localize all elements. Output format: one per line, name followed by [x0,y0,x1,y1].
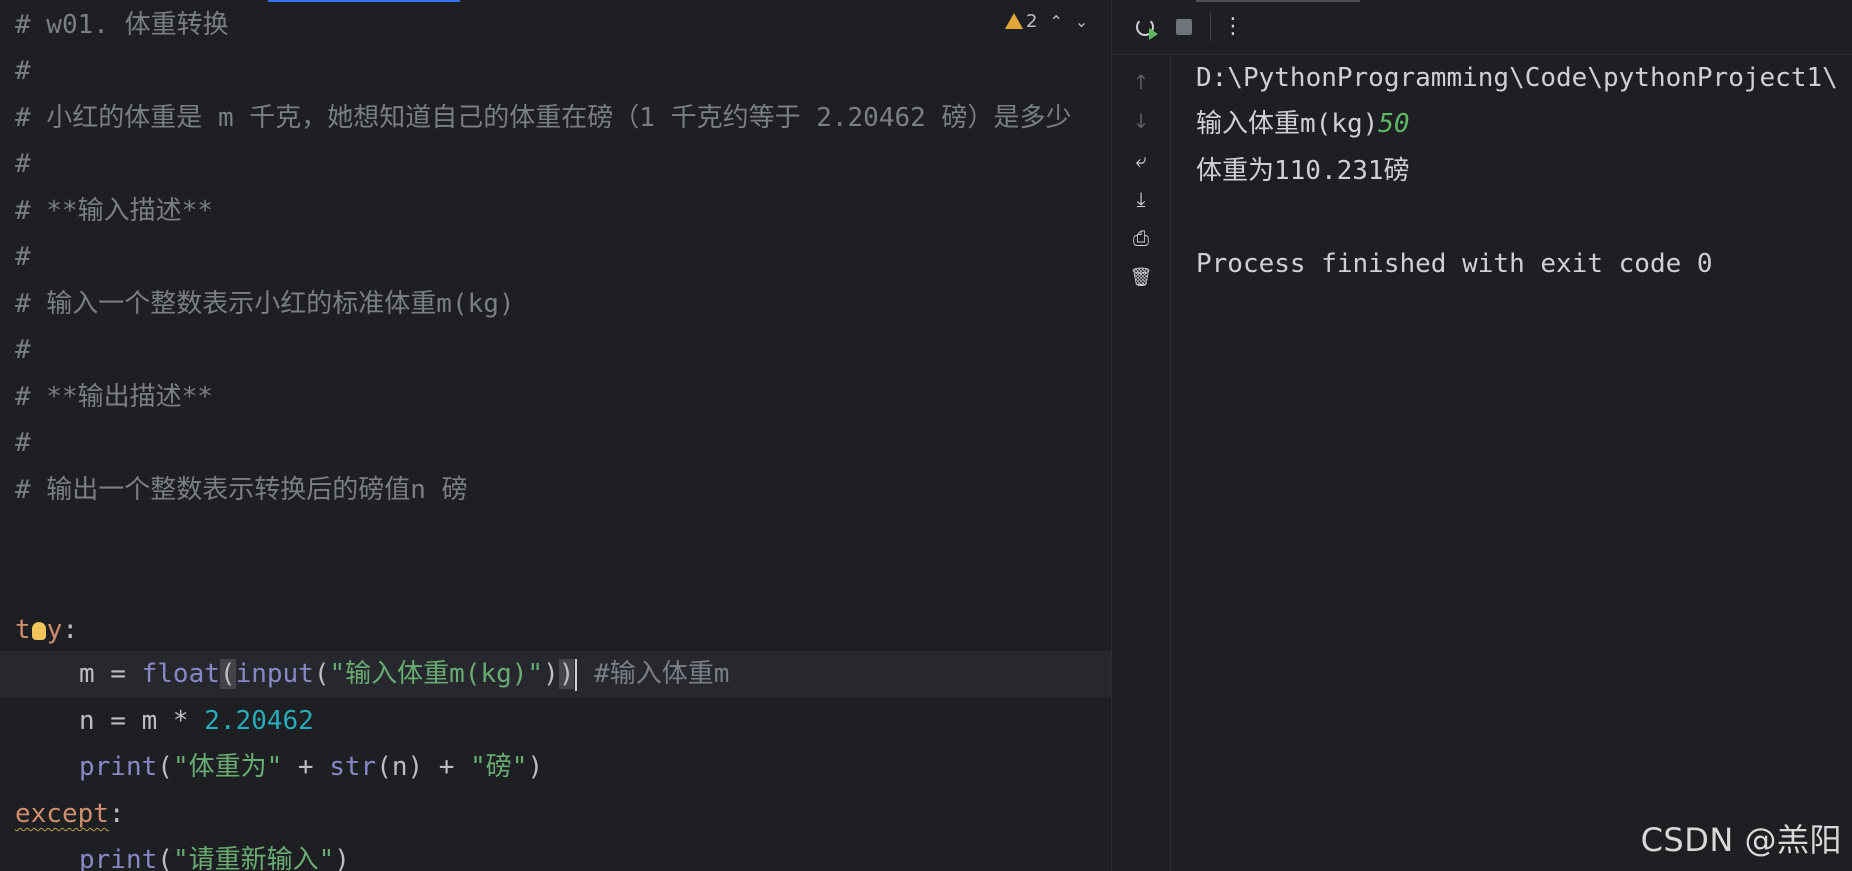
code-line-convert: n = m * 2.20462 [79,698,314,744]
comment-line-7: # 输入一个整数表示小红的标准体重m(kg) [15,289,515,319]
print-close: ) [527,752,544,782]
retry-print-close: ) [334,845,350,871]
chevron-down-icon[interactable]: ⌄ [1075,12,1088,31]
comment-line-5: # **输入描述** [15,196,213,226]
code-editor[interactable]: 2 ⌃ ⌄ # w01. 体重转换 # # 小红的体重是 m 千克，她想知道自己… [0,0,1111,871]
more-options-button[interactable]: ⋮ [1220,14,1246,40]
warning-icon [1005,13,1023,29]
try-keyword-end: y [46,615,63,645]
plus-op-1: + [282,752,330,782]
retry-string: "请重新输入" [172,845,335,871]
soft-wrap-icon[interactable]: ⤶ [1128,147,1154,173]
ide-window: 2 ⌃ ⌄ # w01. 体重转换 # # 小红的体重是 m 千克，她想知道自己… [0,0,1852,871]
comment-line-6: # [15,242,31,272]
lightbulb-icon[interactable] [31,622,46,640]
prompt-string: "输入体重m(kg)" [329,659,544,689]
comment-line-9: # **输出描述** [15,382,213,412]
print-call: print [79,752,158,782]
paren-close-outer: ) [558,659,575,689]
code-line-print: print("体重为" + str(n) + "磅") [79,744,543,790]
print-string-2: "磅" [470,752,528,782]
comment-line-11: # 输出一个整数表示转换后的磅值n 磅 [15,475,468,505]
input-call: input [235,659,314,689]
except-keyword: except [15,799,109,829]
paren-open-outer: ( [219,659,236,689]
print-open: ( [157,752,173,782]
str-arg: (n) [376,752,424,782]
comment-line-4: # [15,149,31,179]
rerun-icon [1136,18,1158,40]
console-result-line: 体重为110.231磅 [1196,156,1410,186]
comment-line-10: # [15,428,31,458]
run-tool-window: ⋮ ↑ ↓ ⤶ ⤓ ⎙ 🗑 D:\PythonProgramming\Code\… [1111,0,1852,871]
try-keyword-start: t [15,615,31,645]
retry-print-open: ( [157,845,173,871]
code-line-try: t y: [15,607,78,653]
code-line-retry: print("请重新输入") [79,837,350,871]
console-user-input: 50 [1378,109,1410,139]
inspection-widget[interactable]: 2 ⌃ ⌄ [1005,8,1088,34]
console-prompt: 输入体重m(kg) [1196,109,1379,139]
console-exit-line: Process finished with exit code 0 [1196,249,1713,279]
assign-op: = [94,659,142,689]
code-line-except: except: [15,791,125,837]
scroll-to-end-icon[interactable]: ⤓ [1128,186,1154,212]
console-output[interactable]: D:\PythonProgramming\Code\pythonProject1… [1196,55,1852,871]
conversion-factor: 2.20462 [204,706,314,736]
var-m: m [79,659,95,689]
toolbar-separator [1210,13,1211,41]
console-prompt-line: 输入体重m(kg)50 [1196,101,1410,147]
warning-count: 2 [1026,10,1038,32]
comment-line-2: # [15,56,31,86]
retry-print-call: print [79,845,158,871]
paren-open-inner: ( [313,659,330,689]
run-toolbar: ⋮ [1112,0,1852,55]
warning-counter[interactable]: 2 [1005,11,1037,32]
trash-icon[interactable]: 🗑 [1128,264,1154,290]
str-call: str [329,752,377,782]
print-string-1: "体重为" [172,752,283,782]
convert-expression: n = m * [79,706,205,736]
up-arrow-icon[interactable]: ↑ [1128,69,1154,95]
stop-button[interactable] [1171,14,1197,40]
try-colon: : [62,615,78,645]
stop-icon [1176,19,1192,35]
comment-line-3: # 小红的体重是 m 千克，她想知道自己的体重在磅（1 千克约等于 2.2046… [15,103,1072,133]
print-icon[interactable]: ⎙ [1128,225,1154,251]
plus-op-2: + [423,752,471,782]
more-vertical-icon: ⋮ [1222,14,1244,39]
editor-tab-indicator [268,0,460,2]
console-command-line: D:\PythonProgramming\Code\pythonProject1… [1196,63,1838,93]
inline-comment: #输入体重m [594,659,730,689]
run-side-toolbar: ↑ ↓ ⤶ ⤓ ⎙ 🗑 [1112,55,1171,871]
chevron-up-icon[interactable]: ⌃ [1049,12,1062,31]
watermark: CSDN @羔阳 [1640,821,1842,859]
except-colon: : [108,799,125,829]
comment-line-1: # w01. 体重转换 [15,10,229,40]
comment-line-8: # [15,335,31,365]
rerun-button[interactable] [1132,14,1158,40]
paren-close-inner: ) [543,659,559,689]
float-call: float [141,659,220,689]
down-arrow-icon[interactable]: ↓ [1128,108,1154,134]
code-line-input: m = float(input("输入体重m(kg)")) #输入体重m [79,651,729,697]
